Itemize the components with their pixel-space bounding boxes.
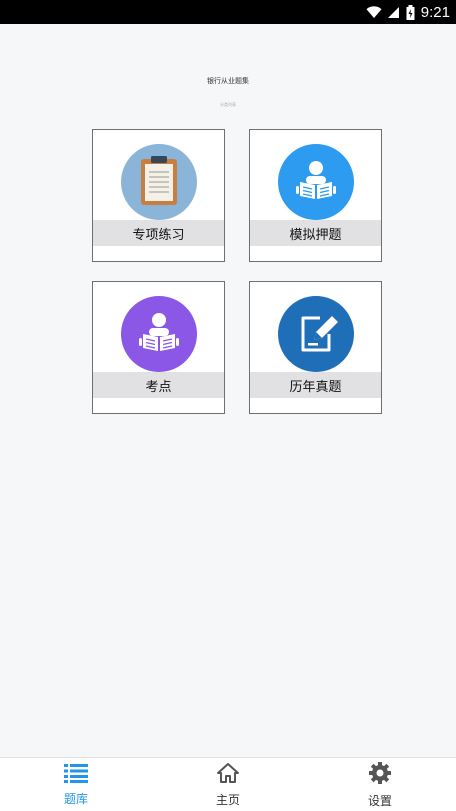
status-time: 9:21 [420,3,450,21]
list-icon [64,763,88,787]
tab-label: 设置 [367,793,392,808]
tile-key-points[interactable]: 考点 [92,281,225,414]
gear-icon [368,761,392,789]
tab-question-bank[interactable]: 题库 [0,758,152,811]
page-title: 银行从业题集 [207,77,249,85]
tile-past-exams[interactable]: 历年真题 [249,281,382,414]
bottom-tab-bar: 题库 主页 设置 [0,757,456,811]
reading-person-icon [121,296,197,372]
header: 银行从业题集 分类列表 [0,76,456,108]
tile-label: 考点 [93,372,224,398]
signal-icon [387,6,400,19]
home-icon [216,762,240,788]
tile-label: 历年真题 [250,372,381,398]
tile-mock-exam[interactable]: 模拟押题 [249,129,382,262]
tab-home[interactable]: 主页 [152,758,304,811]
clipboard-icon [121,144,197,220]
tab-label: 题库 [63,791,88,806]
wifi-icon [366,5,382,19]
edit-pencil-icon [278,296,354,372]
status-bar: 9:21 [0,0,456,24]
tab-settings[interactable]: 设置 [304,758,456,811]
tile-label: 专项练习 [93,220,224,246]
tab-label: 主页 [215,792,240,807]
reading-person-icon [278,144,354,220]
tile-special-practice[interactable]: 专项练习 [92,129,225,262]
page-subtitle: 分类列表 [220,102,236,107]
battery-icon [406,4,415,20]
tile-label: 模拟押题 [250,220,381,246]
